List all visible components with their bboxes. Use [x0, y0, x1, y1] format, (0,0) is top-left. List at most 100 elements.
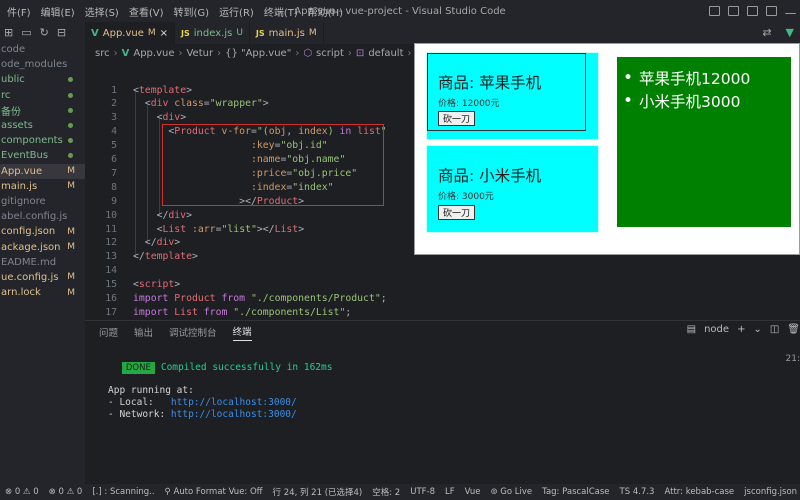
- file-tree-item[interactable]: main.js M: [0, 179, 85, 194]
- tab-main-js[interactable]: JS main.js M: [250, 22, 324, 44]
- list-item: 苹果手机12000: [623, 66, 791, 89]
- split-terminal-icon[interactable]: ◫: [770, 324, 779, 335]
- close-icon[interactable]: ×: [160, 28, 168, 39]
- terminal-shell-label[interactable]: node: [704, 324, 729, 335]
- code-token: ;: [345, 306, 352, 318]
- file-tree-item[interactable]: EventBus: [0, 148, 85, 163]
- trash-icon[interactable]: 🗑: [787, 324, 800, 335]
- vue-extension-icon[interactable]: ▼: [786, 26, 794, 39]
- status-item[interactable]: LF: [440, 487, 460, 497]
- file-tree-item[interactable]: assets: [0, 118, 85, 133]
- file-tree-item[interactable]: ublic: [0, 72, 85, 87]
- tab-output[interactable]: 输出: [134, 325, 153, 339]
- status-item[interactable]: ⚲ Auto Format Vue: Off: [160, 487, 268, 497]
- code-token: >: [180, 112, 187, 124]
- terminal-time: 21:: [785, 354, 800, 364]
- file-tree-item[interactable]: code: [0, 42, 85, 57]
- status-item[interactable]: ⊗ 0 ⚠ 0: [0, 487, 44, 497]
- status-item[interactable]: jsconfig.json: [739, 487, 800, 497]
- bargain-button[interactable]: 砍一刀: [438, 111, 476, 126]
- terminal-actions: ▤ node + ⌄ ◫ 🗑: [687, 324, 800, 335]
- refresh-icon[interactable]: ↻: [40, 26, 49, 39]
- status-item[interactable]: Vue: [460, 487, 486, 497]
- menu-view[interactable]: 查看(V): [124, 4, 169, 19]
- breadcrumb-item[interactable]: {} "App.vue": [225, 48, 291, 59]
- menu-selection[interactable]: 选择(S): [80, 4, 124, 19]
- status-item[interactable]: Attr: kebab-case: [659, 487, 739, 497]
- breadcrumb-item[interactable]: App.vue: [133, 48, 174, 59]
- compare-icon[interactable]: ⇄: [762, 26, 771, 39]
- minimize-icon[interactable]: [785, 8, 796, 14]
- status-item[interactable]: Tag: PascalCase: [537, 487, 614, 497]
- code-token: >: [262, 98, 269, 110]
- menu-file[interactable]: 件(F): [2, 4, 36, 19]
- breadcrumb-item[interactable]: default: [368, 48, 403, 59]
- status-item[interactable]: ⊗ 0 ⚠ 0: [44, 487, 88, 497]
- file-tree-item[interactable]: ue.config.js M: [0, 270, 85, 285]
- file-tree-item[interactable]: components: [0, 133, 85, 148]
- js-file-icon: JS: [255, 28, 265, 38]
- new-file-icon[interactable]: ⊞: [4, 26, 13, 39]
- file-tree-label: main.js: [1, 180, 38, 192]
- plus-icon[interactable]: +: [737, 324, 745, 335]
- status-item[interactable]: TS 4.7.3: [615, 487, 660, 497]
- line-number: 7: [111, 167, 117, 179]
- toggle-panel-icon[interactable]: [728, 6, 739, 16]
- file-tree-label: EADME.md: [1, 256, 57, 268]
- git-status: M: [67, 181, 75, 192]
- tab-debug-console[interactable]: 调试控制台: [169, 325, 217, 339]
- tab-index-js[interactable]: JS index.js U: [175, 22, 250, 44]
- customize-layout-icon[interactable]: [766, 6, 777, 16]
- menu-edit[interactable]: 编辑(E): [36, 4, 80, 19]
- line-number: 15: [105, 279, 117, 291]
- status-item[interactable]: UTF-8: [405, 487, 440, 497]
- file-tree-label: ackage.json: [1, 241, 61, 253]
- breadcrumb-item[interactable]: script: [316, 48, 344, 59]
- file-tree-item[interactable]: App.vue M: [0, 163, 85, 179]
- file-tree-item[interactable]: ackage.json M: [0, 239, 85, 254]
- toggle-sidebar-icon[interactable]: [709, 6, 720, 16]
- modified-dot-icon: [68, 77, 73, 83]
- status-item[interactable]: ⊚ Go Live: [485, 487, 537, 497]
- new-folder-icon[interactable]: ▭: [21, 26, 31, 39]
- code-token: ></: [256, 223, 275, 235]
- local-url-link[interactable]: http://localhost:3000/: [171, 397, 297, 408]
- product-name: 商品: 苹果手机: [438, 74, 542, 92]
- menu-terminal[interactable]: 终端(T): [259, 4, 303, 19]
- tab-problems[interactable]: 问题: [99, 325, 118, 339]
- network-url-link[interactable]: http://localhost:3000/: [171, 409, 297, 420]
- file-tree-item[interactable]: ode_modules: [0, 57, 85, 72]
- collapse-all-icon[interactable]: ⊟: [57, 26, 66, 39]
- code-token: >: [186, 209, 192, 221]
- line-number: 9: [111, 195, 117, 207]
- file-tree-item[interactable]: 备份: [0, 103, 85, 118]
- file-tree-item[interactable]: arn.lock M: [0, 285, 85, 300]
- product-name: 商品: 小米手机: [438, 167, 542, 185]
- toggle-secondary-sidebar-icon[interactable]: [747, 6, 758, 16]
- menu-help[interactable]: 帮助(H): [303, 4, 348, 19]
- status-item[interactable]: 空格: 2: [367, 486, 405, 498]
- code-token: List: [274, 223, 299, 235]
- line-number: 6: [111, 154, 117, 165]
- status-item[interactable]: 行 24, 列 21 (已选择4): [268, 486, 368, 498]
- bargain-button[interactable]: 砍一刀: [438, 205, 476, 220]
- menu-run[interactable]: 运行(R): [214, 4, 259, 19]
- menu-go[interactable]: 转到(G): [169, 4, 215, 19]
- breadcrumb-item[interactable]: src: [95, 48, 110, 59]
- chevron-down-icon[interactable]: ⌄: [753, 324, 761, 335]
- tab-terminal[interactable]: 终端: [232, 324, 252, 341]
- code-text: </template>: [133, 251, 198, 262]
- tab-app-vue[interactable]: V App.vue M ×: [85, 22, 176, 44]
- file-tree-item[interactable]: gitignore: [0, 194, 85, 209]
- file-tree-label: ode_modules: [1, 59, 68, 71]
- status-item[interactable]: [.] : Scanning..: [87, 487, 159, 497]
- file-tree-item[interactable]: rc: [0, 88, 85, 103]
- file-tree-item[interactable]: config.json M: [0, 224, 85, 239]
- file-tree-label: config.json: [1, 226, 56, 238]
- file-tree-item[interactable]: abel.config.js: [0, 209, 85, 224]
- file-tree-item[interactable]: EADME.md: [0, 255, 85, 270]
- breadcrumb-item[interactable]: Vetur: [186, 48, 213, 59]
- code-token: div: [156, 237, 175, 249]
- file-tree-label: ublic: [1, 74, 25, 86]
- file-tree-label: arn.lock: [1, 287, 41, 299]
